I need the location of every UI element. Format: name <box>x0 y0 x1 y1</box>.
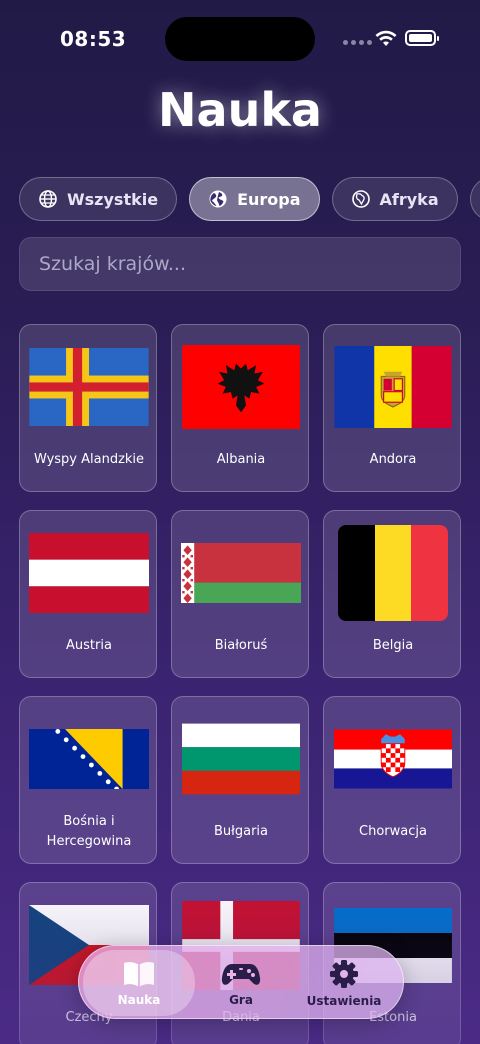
country-card[interactable]: Bułgaria <box>171 696 309 864</box>
flag-albania-icon <box>182 345 300 429</box>
globe-africa-icon <box>351 190 370 208</box>
flag-belgium-icon <box>338 525 448 621</box>
country-card[interactable]: Bośnia i Hercegowina <box>19 696 157 864</box>
country-card[interactable]: Białoruś <box>171 510 309 678</box>
globe-europe-icon <box>209 190 227 208</box>
battery-icon <box>405 30 439 46</box>
tab-label: Nauka <box>117 992 161 1007</box>
book-icon <box>124 961 154 987</box>
country-name: Chorwacja <box>359 824 427 839</box>
country-name: Albania <box>216 452 266 467</box>
country-grid: Wyspy Alandzkie Albania Andora Austria B… <box>19 324 461 1044</box>
globe-icon <box>39 190 57 208</box>
flag-austria-icon <box>29 533 149 613</box>
dynamic-island <box>165 17 315 61</box>
search-bar <box>19 237 461 291</box>
country-card[interactable]: Wyspy Alandzkie <box>19 324 157 492</box>
chip-europe[interactable]: Europa <box>189 177 320 221</box>
tab-bar: Nauka Gra Ustawienia <box>78 945 404 1019</box>
search-input[interactable] <box>39 253 441 275</box>
gear-icon <box>330 959 358 988</box>
gamepad-icon <box>221 963 261 985</box>
flag-bosnia-icon <box>29 729 149 789</box>
country-card[interactable]: Chorwacja <box>323 696 461 864</box>
flag-andorra-icon <box>334 346 452 428</box>
country-name: Austria <box>66 638 112 653</box>
country-name: Wyspy Alandzkie <box>33 452 145 467</box>
tab-label: Gra <box>229 992 253 1007</box>
wifi-icon <box>375 30 397 46</box>
country-card[interactable]: Austria <box>19 510 157 678</box>
status-time: 08:53 <box>60 27 127 51</box>
country-card[interactable]: Andora <box>323 324 461 492</box>
flag-aland-icon <box>29 348 149 426</box>
flag-belarus-icon <box>181 543 301 603</box>
signal-icon <box>343 40 372 45</box>
country-name: Białoruś <box>214 638 268 653</box>
chip-all[interactable]: Wszystkie <box>19 177 178 221</box>
tab-gra[interactable]: Gra <box>197 946 285 1020</box>
country-name: Bułgaria <box>214 824 268 839</box>
chip-africa[interactable]: Afryka <box>331 177 458 221</box>
country-card[interactable]: Belgia <box>323 510 461 678</box>
country-name: Bośnia i Hercegowina <box>46 814 132 849</box>
tab-ustawienia[interactable]: Ustawienia <box>287 946 401 1020</box>
country-name: Belgia <box>372 638 414 653</box>
country-card[interactable]: Albania <box>171 324 309 492</box>
chip-label: Europa <box>237 189 301 209</box>
chip-label: Wszystkie <box>67 189 159 209</box>
chip-label: Afryka <box>379 189 439 209</box>
country-name: Andora <box>369 452 417 467</box>
flag-croatia-icon <box>334 729 452 789</box>
flag-bulgaria-icon <box>182 723 300 795</box>
region-filter-bar: Wszystkie Europa Afryka <box>0 170 480 230</box>
status-bar: 08:53 <box>0 0 480 80</box>
tab-label: Ustawienia <box>306 993 382 1008</box>
tab-nauka[interactable]: Nauka <box>83 950 195 1016</box>
chip-americas[interactable] <box>469 177 480 221</box>
page-title: Nauka <box>158 83 322 137</box>
